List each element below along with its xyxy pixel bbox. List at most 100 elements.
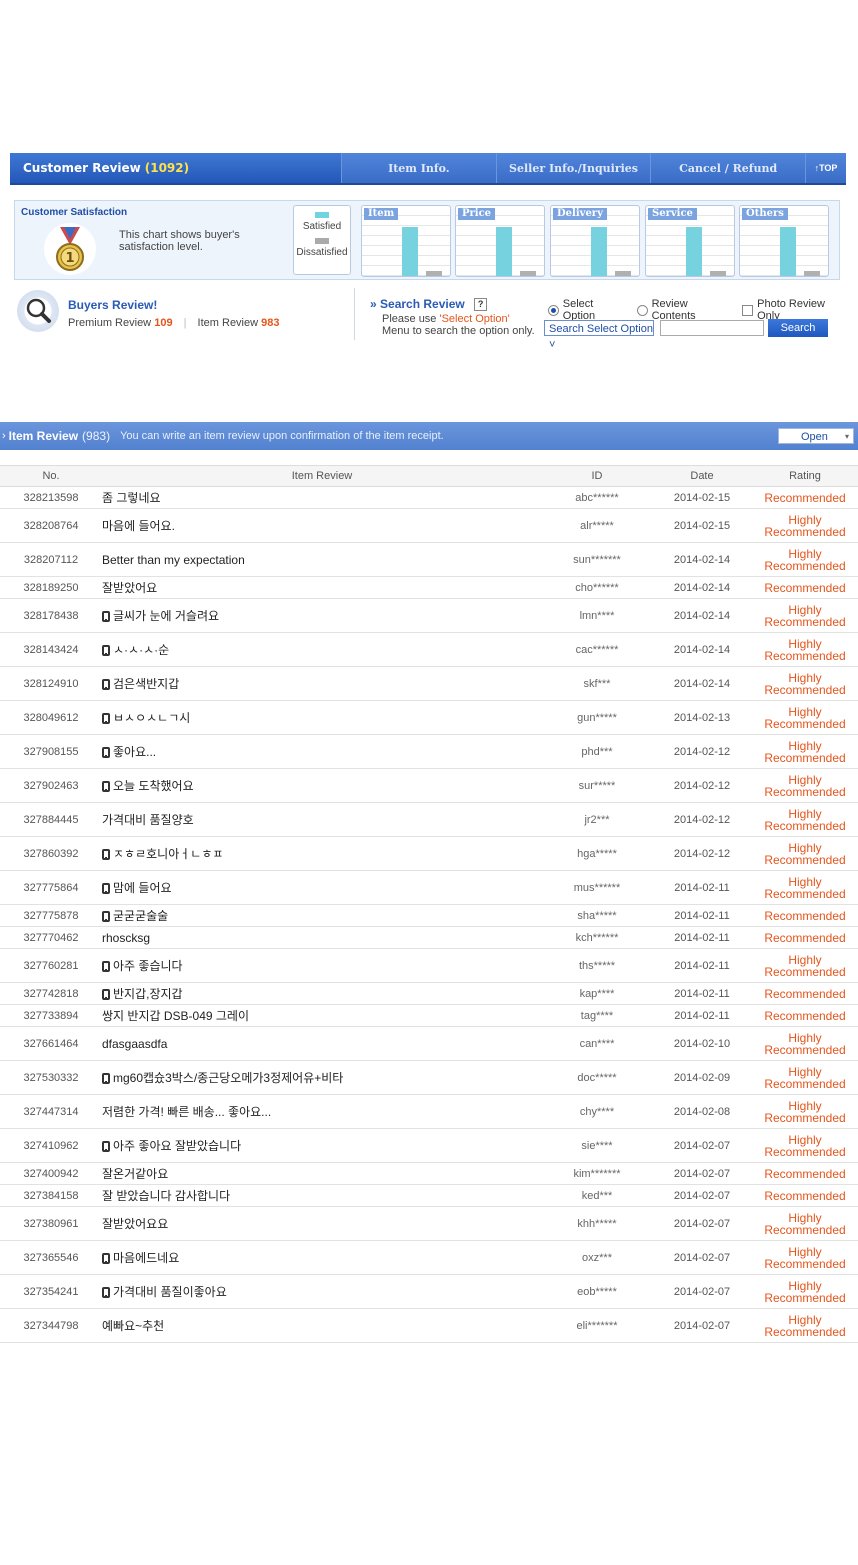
review-text-cell[interactable]: 쌍지 반지갑 DSB-049 그레이 xyxy=(102,1004,542,1027)
review-text[interactable]: 가격대비 품질양호 xyxy=(102,813,194,827)
review-text-cell[interactable]: 가격대비 품질양호 xyxy=(102,802,542,837)
review-text[interactable]: 잘받았어요요 xyxy=(102,1217,168,1231)
review-text-cell[interactable]: Better than my expectation xyxy=(102,542,542,577)
table-row[interactable]: 328189250 잘받았어요 cho****** 2014-02-14 Recomme… xyxy=(0,576,858,599)
table-row[interactable]: 328207112 Better than my expectation sun**… xyxy=(0,542,858,577)
review-text[interactable]: 아주 좋습니다 xyxy=(113,959,183,973)
review-text-cell[interactable]: ㅈㅎㄹ호니아ㅓㄴㅎㅍ xyxy=(102,836,542,871)
search-input[interactable] xyxy=(660,320,764,336)
table-row[interactable]: 327661464 dfasgaasdfa can**** 2014-02-10 Hig… xyxy=(0,1026,858,1061)
review-text[interactable]: 굳굳굳술술 xyxy=(113,909,168,923)
review-text[interactable]: 오늘 도착했어요 xyxy=(113,779,194,793)
radio-select-option[interactable] xyxy=(548,304,559,316)
review-text[interactable]: 아주 좋아요 잘받았습니다 xyxy=(113,1139,241,1153)
review-text-cell[interactable]: 가격대비 품질이좋아요 xyxy=(102,1274,542,1309)
review-text-cell[interactable]: dfasgaasdfa xyxy=(102,1026,542,1061)
review-text-cell[interactable]: 좋아요... xyxy=(102,734,542,769)
review-text[interactable]: ㅂㅅㅇㅅㄴㄱ시 xyxy=(113,711,190,725)
table-row[interactable]: 327902463 오늘 도착했어요 sur***** 2014-02-12 Highl… xyxy=(0,768,858,803)
tab-cancel-refund[interactable]: Cancel / Refund xyxy=(650,153,806,183)
review-text-cell[interactable]: 잘온거같아요 xyxy=(102,1162,542,1185)
rating-line: Recommended xyxy=(764,1256,846,1271)
table-row[interactable]: 327742818 반지갑,장지갑 kap**** 2014-02-11 Recomme… xyxy=(0,982,858,1005)
review-text[interactable]: mg60캡슜3박스/종근당오메가3정제어유+비타 xyxy=(113,1071,343,1085)
tab-customer-review[interactable]: Customer Review (1092) xyxy=(10,153,341,183)
review-text[interactable]: 예빠요~추천 xyxy=(102,1319,164,1333)
review-text-cell[interactable]: 좀 그렇네요 xyxy=(102,486,542,509)
review-text[interactable]: 잘받았어요 xyxy=(102,581,157,595)
review-text-cell[interactable]: 저렴한 가격! 빠른 배송... 좋아요... xyxy=(102,1094,542,1129)
table-row[interactable]: 328178438 글씨가 눈에 거슬려요 lmn**** 2014-02-14 Hig… xyxy=(0,598,858,633)
review-text-cell[interactable]: 오늘 도착했어요 xyxy=(102,768,542,803)
table-row[interactable]: 327775864 맘에 들어요 mus****** 2014-02-11 Highly… xyxy=(0,870,858,905)
table-row[interactable]: 327908155 좋아요... phd*** 2014-02-12 Highly Rec… xyxy=(0,734,858,769)
review-text[interactable]: 잘온거같아요 xyxy=(102,1167,168,1181)
review-text-cell[interactable]: rhoscksg xyxy=(102,926,542,949)
review-text-cell[interactable]: 잘 받았습니다 감사합니다 xyxy=(102,1184,542,1207)
table-row[interactable]: 327410962 아주 좋아요 잘받았습니다 sie**** 2014-02-07 H… xyxy=(0,1128,858,1163)
review-text-cell[interactable]: ㅂㅅㅇㅅㄴㄱ시 xyxy=(102,700,542,735)
open-select[interactable]: Open ▾ xyxy=(778,428,854,444)
review-text[interactable]: 마음에 들어요. xyxy=(102,519,175,533)
review-text[interactable]: rhoscksg xyxy=(102,931,150,945)
table-row[interactable]: 327447314 저렴한 가격! 빠른 배송... 좋아요... chy**** 2… xyxy=(0,1094,858,1129)
table-row[interactable]: 327760281 아주 좋습니다 ths***** 2014-02-11 Highly… xyxy=(0,948,858,983)
search-button[interactable]: Search xyxy=(768,319,828,337)
review-text-cell[interactable]: 검은색반지갑 xyxy=(102,666,542,701)
review-text[interactable]: 가격대비 품질이좋아요 xyxy=(113,1285,227,1299)
review-text[interactable]: 저렴한 가격! 빠른 배송... 좋아요... xyxy=(102,1105,271,1119)
table-row[interactable]: 327354241 가격대비 품질이좋아요 eob***** 2014-02-07 Hi… xyxy=(0,1274,858,1309)
table-row[interactable]: 328124910 검은색반지갑 skf*** 2014-02-14 Highly Rec… xyxy=(0,666,858,701)
review-text[interactable]: Better than my expectation xyxy=(102,553,245,567)
photo-review-checkbox[interactable] xyxy=(742,304,754,316)
table-row[interactable]: 328208764 마음에 들어요. alr***** 2014-02-15 Highl… xyxy=(0,508,858,543)
tab-seller-info[interactable]: Seller Info./Inquiries xyxy=(495,153,651,183)
review-text-cell[interactable]: 마음에 들어요. xyxy=(102,508,542,543)
review-text-cell[interactable]: ㅅ·ㅅ·ㅅ·순 xyxy=(102,632,542,667)
search-option-select[interactable]: Search Select Option ˅ xyxy=(544,320,654,351)
review-text[interactable]: 쌍지 반지갑 DSB-049 그레이 xyxy=(102,1009,249,1023)
review-text[interactable]: 마음에드네요 xyxy=(113,1251,179,1265)
top-button[interactable]: ↑TOP xyxy=(805,153,847,183)
table-row[interactable]: 327344798 예빠요~추천 eli******* 2014-02-07 Highl… xyxy=(0,1308,858,1343)
review-text-cell[interactable]: 아주 좋습니다 xyxy=(102,948,542,983)
review-text-cell[interactable]: 글씨가 눈에 거슬려요 xyxy=(102,598,542,633)
help-icon[interactable]: ? xyxy=(474,298,488,312)
review-text-cell[interactable]: 굳굳굳술술 xyxy=(102,904,542,927)
table-row[interactable]: 327380961 잘받았어요요 khh***** 2014-02-07 Highly R… xyxy=(0,1206,858,1241)
review-text[interactable]: ㅅ·ㅅ·ㅅ·순 xyxy=(113,643,169,657)
table-row[interactable]: 328213598 좀 그렇네요 abc****** 2014-02-15 Recomm… xyxy=(0,486,858,509)
review-text-cell[interactable]: 잘받았어요요 xyxy=(102,1206,542,1241)
tab-item-info[interactable]: Item Info. xyxy=(341,153,496,183)
review-text[interactable]: 반지갑,장지갑 xyxy=(113,987,183,1001)
option-review-contents[interactable]: Review Contents xyxy=(636,298,733,322)
review-text[interactable]: 좀 그렇네요 xyxy=(102,491,161,505)
table-row[interactable]: 327860392 ㅈㅎㄹ호니아ㅓㄴㅎㅍ hga***** 2014-02-12 Hig… xyxy=(0,836,858,871)
table-row[interactable]: 327384158 잘 받았습니다 감사합니다 ked*** 2014-02-07 Re… xyxy=(0,1184,858,1207)
review-text[interactable]: ㅈㅎㄹ호니아ㅓㄴㅎㅍ xyxy=(113,847,223,861)
review-text-cell[interactable]: 예빠요~추천 xyxy=(102,1308,542,1343)
table-row[interactable]: 328049612 ㅂㅅㅇㅅㄴㄱ시 gun***** 2014-02-13 Highly… xyxy=(0,700,858,735)
review-text[interactable]: dfasgaasdfa xyxy=(102,1037,167,1051)
radio-review-contents[interactable] xyxy=(636,304,648,316)
review-text[interactable]: 글씨가 눈에 거슬려요 xyxy=(113,609,219,623)
review-text-cell[interactable]: 맘에 들어요 xyxy=(102,870,542,905)
review-text[interactable]: 좋아요... xyxy=(113,745,156,759)
table-row[interactable]: 327884445 가격대비 품질양호 jr2*** 2014-02-12 Highly… xyxy=(0,802,858,837)
table-row[interactable]: 327365546 마음에드네요 oxz*** 2014-02-07 Highly Rec… xyxy=(0,1240,858,1275)
review-text[interactable]: 맘에 들어요 xyxy=(113,881,172,895)
table-row[interactable]: 327770462 rhoscksg kch****** 2014-02-11 Reco… xyxy=(0,926,858,949)
review-text-cell[interactable]: 잘받았어요 xyxy=(102,576,542,599)
review-text[interactable]: 검은색반지갑 xyxy=(113,677,179,691)
table-row[interactable]: 327530332 mg60캡슜3박스/종근당오메가3정제어유+비타 doc****… xyxy=(0,1060,858,1095)
review-text-cell[interactable]: 반지갑,장지갑 xyxy=(102,982,542,1005)
table-row[interactable]: 327733894 쌍지 반지갑 DSB-049 그레이 tag**** 2014-0… xyxy=(0,1004,858,1027)
review-text-cell[interactable]: mg60캡슜3박스/종근당오메가3정제어유+비타 xyxy=(102,1060,542,1095)
review-text[interactable]: 잘 받았습니다 감사합니다 xyxy=(102,1189,230,1203)
table-row[interactable]: 328143424 ㅅ·ㅅ·ㅅ·순 cac****** 2014-02-14 Highl… xyxy=(0,632,858,667)
option-select-option[interactable]: Select Option xyxy=(548,298,627,322)
table-row[interactable]: 327400942 잘온거같아요 kim******* 2014-02-07 Recom… xyxy=(0,1162,858,1185)
review-text-cell[interactable]: 마음에드네요 xyxy=(102,1240,542,1275)
review-text-cell[interactable]: 아주 좋아요 잘받았습니다 xyxy=(102,1128,542,1163)
table-row[interactable]: 327775878 굳굳굳술술 sha***** 2014-02-11 Recommen… xyxy=(0,904,858,927)
